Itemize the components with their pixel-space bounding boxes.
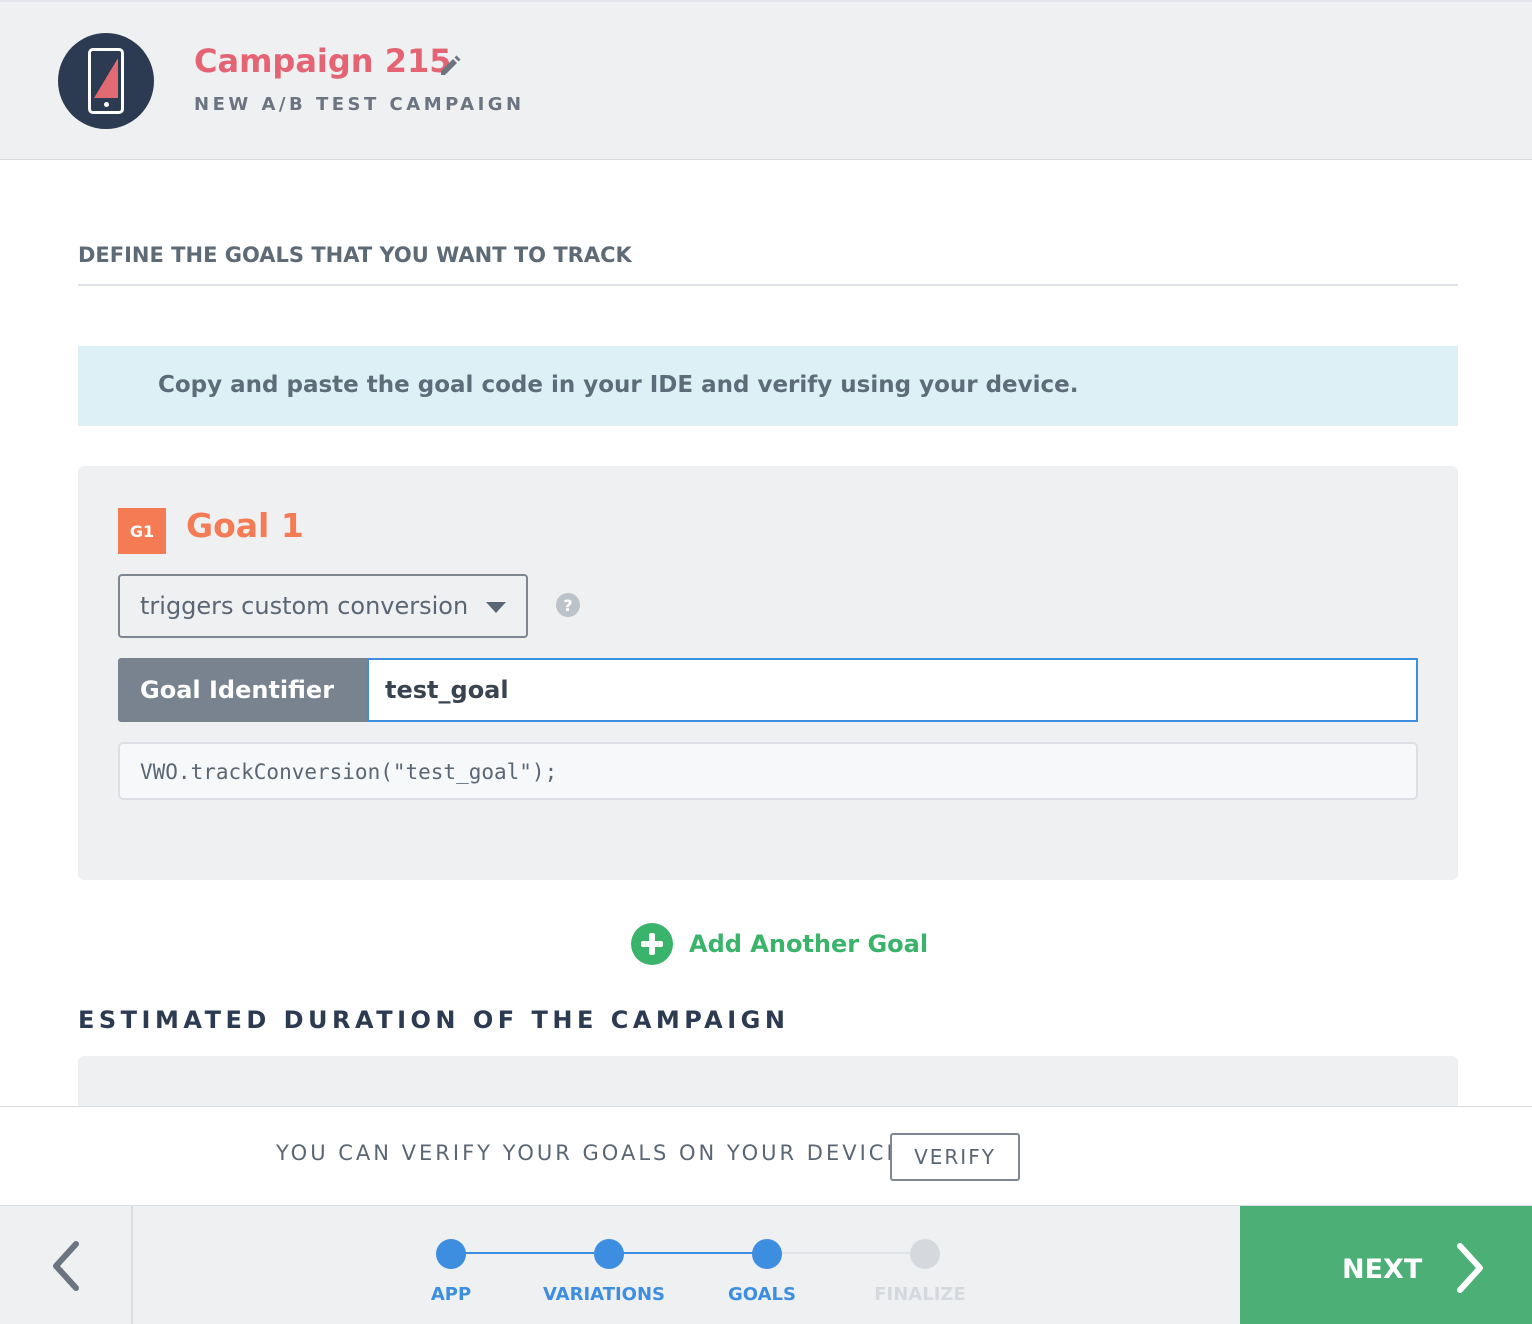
smartphone-icon: [58, 33, 154, 129]
phone-shape: [88, 48, 124, 114]
verify-button[interactable]: VERIFY: [890, 1133, 1020, 1181]
goal-code-text: VWO.trackConversion("test_goal");: [140, 760, 558, 784]
phone-home-button: [104, 102, 109, 107]
wizard-footer: APP VARIATIONS GOALS FINALIZE NEXT: [0, 1205, 1532, 1324]
help-icon[interactable]: ?: [556, 593, 580, 617]
next-button[interactable]: NEXT: [1240, 1206, 1532, 1324]
step-label-variations[interactable]: VARIATIONS: [524, 1284, 684, 1305]
step-connector: [451, 1252, 609, 1254]
goal-title: Goal 1: [186, 506, 304, 545]
info-banner-text: Copy and paste the goal code in your IDE…: [158, 372, 1079, 398]
goal-card: G1 Goal 1 triggers custom conversion ? G…: [78, 466, 1458, 880]
step-connector: [609, 1252, 767, 1254]
goal-type-selected: triggers custom conversion: [140, 592, 469, 620]
goal-identifier-label: Goal Identifier: [118, 658, 368, 722]
add-another-goal-button[interactable]: Add Another Goal: [631, 922, 928, 966]
verify-bar: YOU CAN VERIFY YOUR GOALS ON YOUR DEVICE…: [0, 1106, 1532, 1206]
duration-heading: ESTIMATED DURATION OF THE CAMPAIGN: [78, 1006, 790, 1034]
goal-badge: G1: [118, 508, 166, 554]
goals-section-heading: DEFINE THE GOALS THAT YOU WANT TO TRACK: [78, 243, 632, 267]
campaign-subtitle: NEW A/B TEST CAMPAIGN: [194, 94, 525, 115]
step-label-app[interactable]: APP: [371, 1284, 531, 1305]
step-dot-app[interactable]: [436, 1239, 466, 1269]
pencil-icon[interactable]: [437, 52, 463, 78]
step-label-finalize: FINALIZE: [874, 1284, 966, 1305]
step-label-goals[interactable]: GOALS: [682, 1284, 842, 1305]
chevron-left-icon: [53, 1241, 79, 1291]
step-dot-goals[interactable]: [752, 1239, 782, 1269]
back-button[interactable]: [0, 1206, 133, 1324]
verify-text: YOU CAN VERIFY YOUR GOALS ON YOUR DEVICE: [276, 1141, 903, 1165]
goal-type-dropdown[interactable]: triggers custom conversion: [118, 574, 528, 638]
phone-screen: [94, 58, 118, 98]
step-dot-finalize: [910, 1239, 940, 1269]
info-banner: Copy and paste the goal code in your IDE…: [78, 346, 1458, 426]
step-connector: [767, 1252, 925, 1254]
chevron-right-icon: [1457, 1243, 1483, 1293]
plus-icon: [631, 923, 673, 965]
next-button-label: NEXT: [1342, 1254, 1423, 1285]
section-divider: [78, 284, 1458, 286]
chevron-down-icon: [486, 602, 506, 613]
add-another-goal-label: Add Another Goal: [689, 930, 929, 958]
campaign-title: Campaign 215: [194, 42, 452, 80]
goal-identifier-input[interactable]: [367, 658, 1418, 722]
campaign-header: Campaign 215 NEW A/B TEST CAMPAIGN: [0, 0, 1532, 160]
step-dot-variations[interactable]: [594, 1239, 624, 1269]
goal-code-snippet[interactable]: VWO.trackConversion("test_goal");: [118, 742, 1418, 800]
